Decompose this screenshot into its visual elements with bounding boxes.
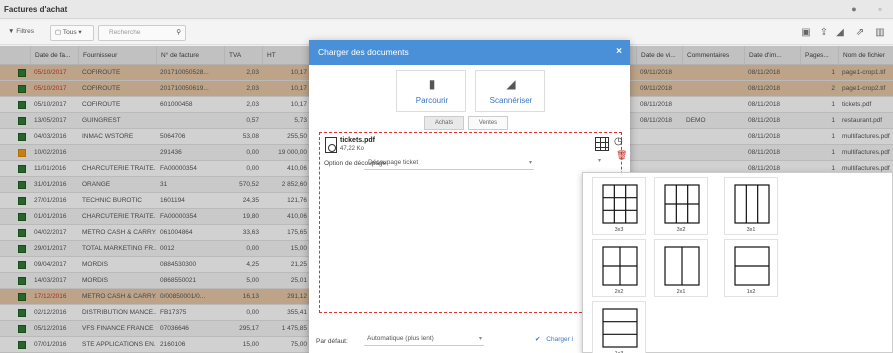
split-layout-popup: 3x3 3x2 3x1 2x2 2x1 1x2 1x3 xyxy=(582,172,893,353)
file-name: tickets.pdf xyxy=(340,137,376,144)
grid-layout-icon[interactable] xyxy=(595,137,609,151)
gear-icon[interactable]: ● xyxy=(848,3,860,15)
split-option-label: 1x2 xyxy=(746,289,756,295)
split-option-1x2[interactable]: 1x2 xyxy=(724,239,778,297)
split-option-label: 2x1 xyxy=(676,289,686,295)
file-icon: ▮ xyxy=(428,77,436,91)
edit-icon[interactable]: ▣ xyxy=(798,25,814,41)
tab-purchases[interactable]: Achats xyxy=(424,116,464,130)
split-option-3x3[interactable]: 3x3 xyxy=(592,177,646,235)
layout-dropdown-icon[interactable]: ▾ xyxy=(598,157,601,164)
tab-sales[interactable]: Ventes xyxy=(468,116,508,130)
grid-3x1-icon xyxy=(734,184,770,224)
document-icon: ▢ xyxy=(55,29,62,36)
export-icon[interactable]: ⇗ xyxy=(852,25,868,41)
grid-2x2-icon xyxy=(602,246,638,286)
close-icon[interactable]: × xyxy=(616,46,622,57)
scanner-icon[interactable]: ◢ xyxy=(832,25,848,41)
split-option-label: 3x2 xyxy=(676,227,686,233)
grid-3x3-icon xyxy=(602,184,638,224)
search-input[interactable]: Recherche ⚲ xyxy=(98,25,186,41)
scanner-icon: ◢ xyxy=(506,77,516,91)
filter-icon: ▼ xyxy=(8,28,15,35)
file-size: 47,22 Ko xyxy=(340,146,365,152)
split-option-label: 3x1 xyxy=(746,227,756,233)
split-option-select[interactable]: Découpage ticket ▾ xyxy=(364,156,534,170)
pdf-file-icon xyxy=(325,137,337,153)
split-option-label: 3x3 xyxy=(614,227,624,233)
delete-file-icon[interactable]: 🗑 xyxy=(616,150,627,161)
upload-icon[interactable]: ⇪ xyxy=(816,25,832,41)
dialog-header: Charger des documents × xyxy=(309,40,630,65)
split-option-2x1[interactable]: 2x1 xyxy=(654,239,708,297)
grid-2x1-icon xyxy=(664,246,700,286)
chevron-down-icon: ▾ xyxy=(528,160,532,166)
grid-3x2-icon xyxy=(664,184,700,224)
default-mode-label: Par défaut: xyxy=(316,338,348,345)
scope-dropdown[interactable]: ▢ Tous ▾ xyxy=(50,25,94,41)
browse-button[interactable]: ▮ Parcourir xyxy=(396,70,466,112)
page-title: Factures d'achat xyxy=(4,5,68,14)
window-titlebar: Factures d'achat ● ▫ xyxy=(0,0,893,19)
scan-button[interactable]: ◢ Scannériser xyxy=(475,70,545,112)
clock-icon[interactable]: ◷ xyxy=(614,136,623,147)
search-icon: ⚲ xyxy=(176,29,181,36)
grid-1x2-icon xyxy=(734,246,770,286)
filters-button[interactable]: ▼ Filtres xyxy=(4,25,46,41)
grid-1x3-icon xyxy=(602,308,638,348)
split-option-1x3[interactable]: 1x3 xyxy=(592,301,646,353)
chevron-down-icon: ▾ xyxy=(478,336,482,342)
check-icon: ✔ xyxy=(535,336,541,343)
split-option-2x2[interactable]: 2x2 xyxy=(592,239,646,297)
dialog-title: Charger des documents xyxy=(318,47,409,57)
trash-icon[interactable]: ▥ xyxy=(872,25,888,41)
split-option-label: 2x2 xyxy=(614,289,624,295)
split-option-3x1[interactable]: 3x1 xyxy=(724,177,778,235)
chevron-down-icon: ▾ xyxy=(78,29,82,36)
default-mode-select[interactable]: Automatique (plus lent) ▾ xyxy=(364,332,484,346)
file-dropzone[interactable]: tickets.pdf 47,22 Ko Option de découpage… xyxy=(319,132,627,313)
window-icon[interactable]: ▫ xyxy=(874,3,886,15)
split-option-3x2[interactable]: 3x2 xyxy=(654,177,708,235)
